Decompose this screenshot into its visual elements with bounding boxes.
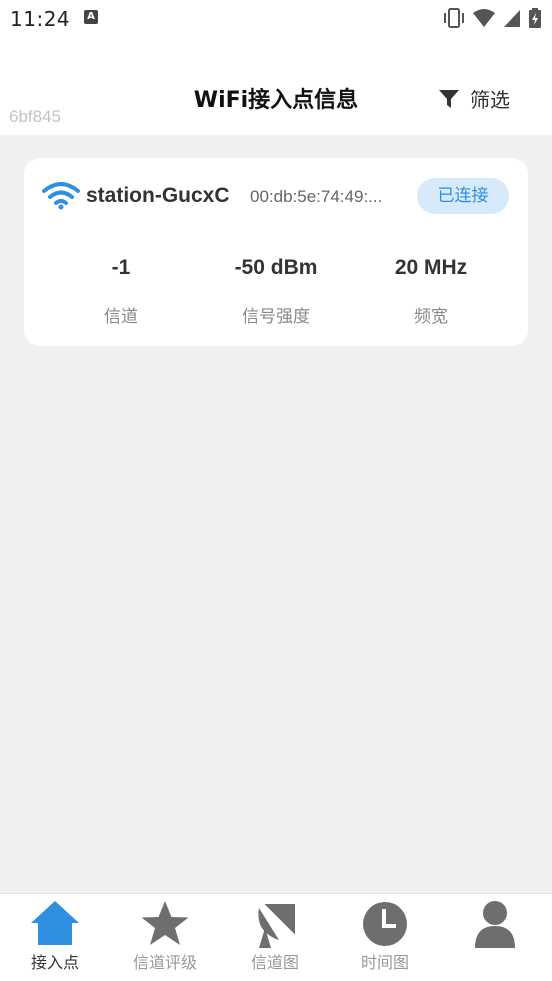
status-time: 11:24 xyxy=(10,7,71,31)
notification-icon: A xyxy=(84,10,98,24)
ap-ssid: station-GucxC xyxy=(86,184,230,207)
channel-label: 信道 xyxy=(104,307,138,327)
ap-bssid: 00:db:5e:74:49:... xyxy=(250,187,383,206)
filter-icon xyxy=(439,89,459,108)
nav-label-channel-rating: 信道评级 xyxy=(132,953,197,972)
wifi-icon xyxy=(42,182,80,210)
nav-label-channel-graph: 信道图 xyxy=(250,953,299,972)
filter-label: 筛选 xyxy=(470,88,510,112)
status-bar: 11:24 A xyxy=(0,0,552,38)
wifi-status-icon xyxy=(473,9,495,27)
nav-item-channel-graph[interactable]: 信道图 xyxy=(220,894,330,981)
person-icon xyxy=(475,901,515,948)
nav-label-access-points: 接入点 xyxy=(30,953,79,972)
channel-value: -1 xyxy=(111,256,131,279)
clock-icon xyxy=(363,902,407,946)
bandwidth-label: 频宽 xyxy=(414,307,448,327)
channel-stat: -1 信道 xyxy=(56,256,186,327)
home-icon xyxy=(31,901,79,945)
nav-label-time-graph: 时间图 xyxy=(360,953,409,972)
bottom-nav: 接入点 信道评级 信道图 时间图 xyxy=(0,893,552,981)
signal-value: -50 dBm xyxy=(234,256,318,279)
status-icons xyxy=(442,8,542,28)
bandwidth-value: 20 MHz xyxy=(394,256,468,279)
bandwidth-stat: 20 MHz 频宽 xyxy=(366,256,496,327)
nav-item-access-points[interactable]: 接入点 xyxy=(0,894,110,981)
signal-label: 信号强度 xyxy=(242,307,310,327)
access-point-card[interactable]: station-GucxC 00:db:5e:74:49:... 已连接 -1 … xyxy=(24,158,528,346)
nav-item-channel-rating[interactable]: 信道评级 xyxy=(110,894,220,981)
nav-item-time-graph[interactable]: 时间图 xyxy=(330,894,440,981)
star-icon xyxy=(141,901,189,945)
cell-signal-icon xyxy=(504,10,520,27)
nav-item-profile[interactable] xyxy=(440,894,550,981)
signal-stat: -50 dBm 信号强度 xyxy=(211,256,341,327)
battery-icon xyxy=(529,8,541,28)
filter-button[interactable]: 筛选 xyxy=(438,84,510,113)
app-header: WiFi接入点信息 6bf845 筛选 xyxy=(0,38,552,135)
device-id: 6bf845 xyxy=(9,107,61,126)
vibrate-icon xyxy=(444,8,464,28)
satellite-dish-icon xyxy=(258,903,296,948)
connection-status-badge: 已连接 xyxy=(417,178,509,214)
